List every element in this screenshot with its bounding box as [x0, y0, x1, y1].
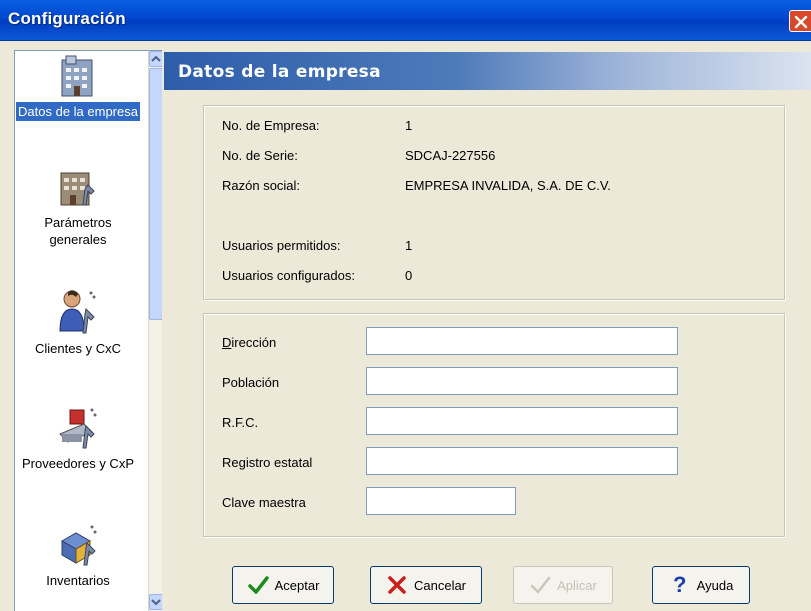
cancel-x-icon [388, 576, 406, 594]
rfc-label: R.F.C. [222, 415, 259, 430]
rfc-field[interactable] [366, 407, 678, 435]
address-label-text: irección [231, 335, 277, 350]
chevron-up-icon [151, 55, 161, 62]
master-key-label: Clave maestra [222, 495, 306, 510]
sidebar-item-proveedores[interactable]: Proveedores y CxP [15, 404, 141, 473]
box-wrench-icon [60, 525, 97, 566]
sidebar-scrollbar[interactable] [148, 51, 162, 611]
apply-button[interactable]: Aplicar [513, 566, 613, 604]
address-field[interactable] [366, 327, 678, 355]
sidebar-item-inventarios[interactable]: Inventarios [15, 521, 141, 590]
title-bar: Configuración [0, 0, 811, 41]
configured-users-value: 0 [405, 268, 413, 283]
help-button[interactable]: ? Ayuda [652, 566, 750, 604]
building-icon [61, 55, 93, 97]
company-name-label: Razón social: [222, 178, 301, 193]
sidebar: Datos de la empresa Parámetros generales… [14, 50, 162, 611]
sidebar-item-label: Datos de la empresa [16, 102, 140, 121]
serial-number-value: SDCAJ-227556 [405, 148, 496, 163]
state-registry-field[interactable] [366, 447, 678, 475]
sidebar-item-label: Parámetros generales [44, 215, 112, 247]
cancel-button[interactable]: Cancelar [370, 566, 482, 604]
checkmark-disabled-icon [530, 576, 551, 594]
sidebar-item-parametros-generales[interactable]: Parámetros generales [15, 165, 141, 249]
scroll-thumb[interactable] [149, 68, 162, 320]
panel-header: Datos de la empresa [164, 52, 811, 90]
scroll-up-button[interactable] [149, 51, 162, 67]
configured-users-label: Usuarios configurados: [222, 268, 355, 283]
sidebar-item-label: Proveedores y CxP [22, 456, 134, 471]
window-title: Configuración [8, 9, 126, 28]
town-field[interactable] [366, 367, 678, 395]
scroll-down-button[interactable] [149, 594, 162, 610]
address-label: Dirección [222, 335, 277, 350]
serial-number-label: No. de Serie: [222, 148, 298, 163]
sidebar-item-label: Inventarios [46, 573, 110, 588]
apply-label: Aplicar [557, 577, 597, 593]
sidebar-item-clientes[interactable]: Clientes y CxC [15, 287, 141, 358]
checkmark-icon [247, 576, 269, 594]
help-label: Ayuda [696, 577, 734, 593]
panel-title: Datos de la empresa [178, 62, 381, 82]
company-number-value: 1 [405, 118, 413, 133]
sidebar-item-label: Clientes y CxC [35, 341, 121, 356]
company-number-label: No. de Empresa: [222, 118, 320, 133]
close-button[interactable] [789, 10, 811, 32]
state-registry-label: Registro estatal [222, 455, 313, 470]
person-wrench-icon [59, 290, 96, 334]
allowed-users-label: Usuarios permitidos: [222, 238, 341, 253]
truck-wrench-icon [59, 408, 97, 449]
allowed-users-value: 1 [405, 238, 413, 253]
cancel-label: Cancelar [413, 577, 467, 593]
chevron-down-icon [151, 599, 161, 606]
master-key-field[interactable] [366, 487, 516, 515]
company-name-value: EMPRESA INVALIDA, S.A. DE C.V. [405, 178, 611, 193]
close-icon [794, 15, 808, 29]
accept-label: Aceptar [274, 577, 320, 593]
building-wrench-icon [60, 172, 95, 206]
accept-button[interactable]: Aceptar [232, 566, 334, 604]
town-label: Población [222, 375, 280, 390]
sidebar-item-datos-empresa[interactable]: Datos de la empresa [15, 54, 141, 121]
help-icon: ? [672, 572, 687, 597]
